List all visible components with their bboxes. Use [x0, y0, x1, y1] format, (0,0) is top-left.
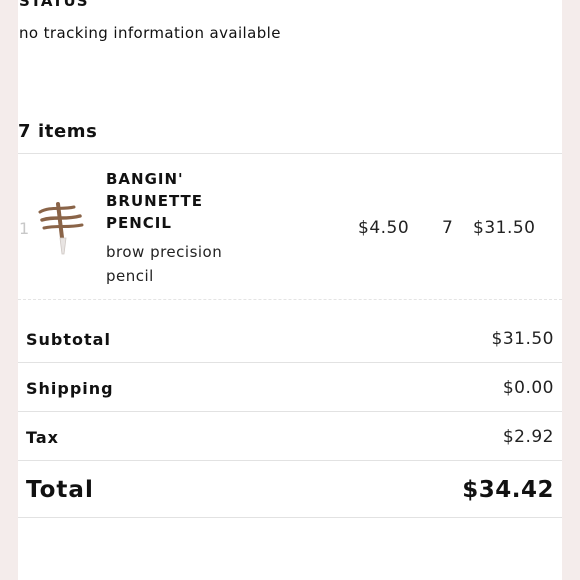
- order-details-panel: STATUS no tracking information available…: [18, 0, 562, 580]
- divider: [18, 153, 562, 154]
- subtotal-row: Subtotal $31.50: [18, 316, 554, 364]
- items-count: 7 items: [18, 121, 98, 142]
- status-heading: STATUS: [19, 0, 89, 10]
- line-total: $31.50: [473, 218, 536, 238]
- subtotal-value: $31.50: [491, 329, 554, 349]
- shipping-value: $0.00: [502, 378, 554, 398]
- divider: [18, 362, 562, 363]
- divider: [18, 299, 562, 300]
- tax-value: $2.92: [502, 427, 554, 447]
- tax-label: Tax: [26, 428, 59, 447]
- unit-price: $4.50: [358, 218, 410, 238]
- divider: [18, 460, 562, 461]
- shipping-row: Shipping $0.00: [18, 365, 554, 413]
- quantity: 7: [442, 218, 454, 238]
- divider: [18, 517, 562, 518]
- status-text: no tracking information available: [19, 24, 281, 42]
- product-description: brow precision pencil: [106, 243, 223, 285]
- shipping-label: Shipping: [26, 379, 114, 398]
- divider: [18, 411, 562, 412]
- total-label: Total: [26, 477, 94, 503]
- total-value: $34.42: [462, 477, 554, 503]
- subtotal-label: Subtotal: [26, 330, 111, 349]
- product-name[interactable]: BANGIN' BRUNETTE PENCIL: [106, 168, 236, 234]
- tax-row: Tax $2.92: [18, 414, 554, 462]
- line-item-index: 1: [19, 219, 30, 238]
- brow-pencil-swatch-icon: [38, 202, 84, 255]
